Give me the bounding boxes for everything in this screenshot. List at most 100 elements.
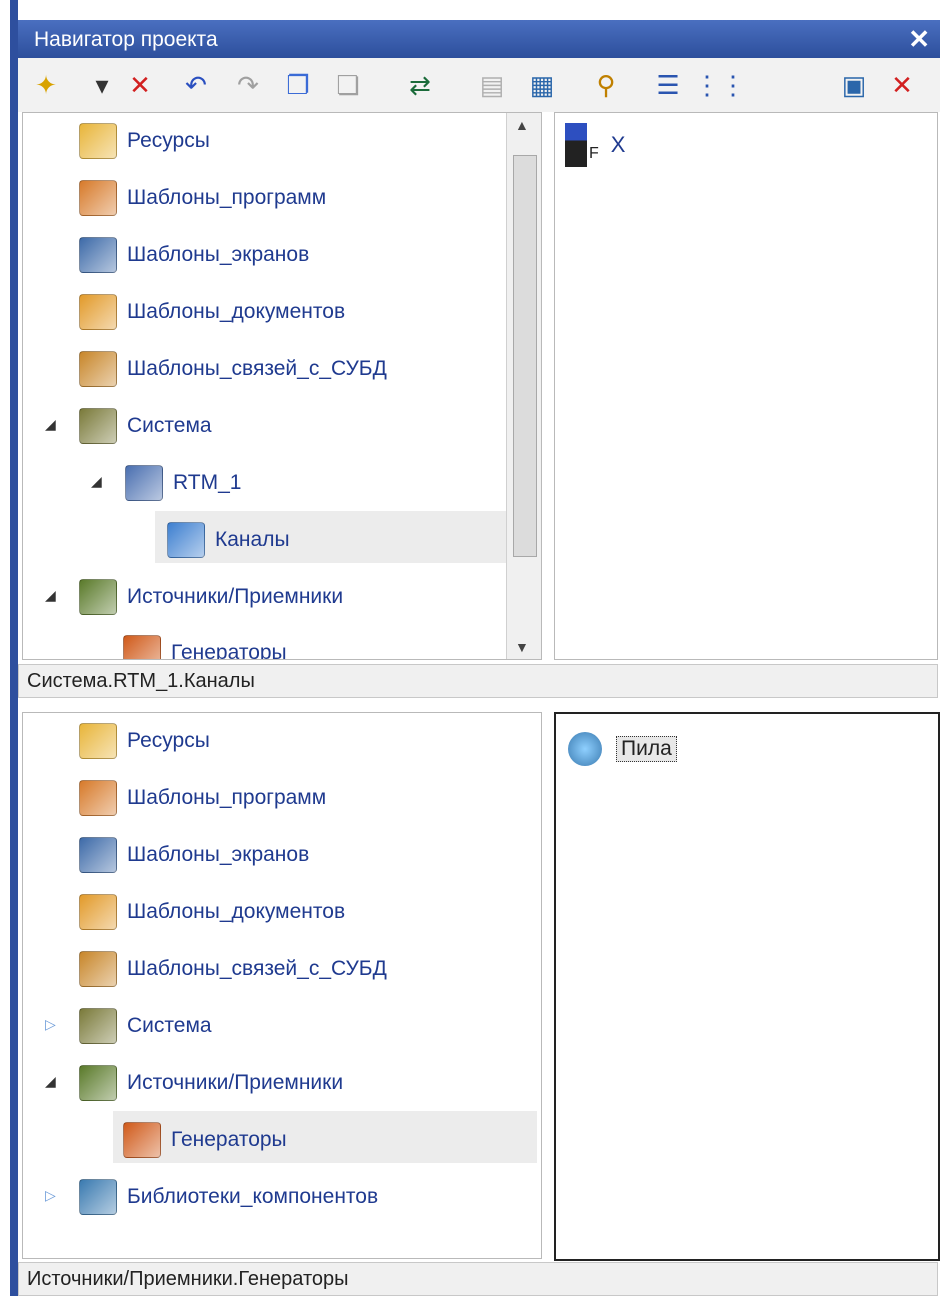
system-icon <box>79 1008 117 1044</box>
scroll-up-icon[interactable]: ▲ <box>515 117 529 133</box>
title-bar[interactable]: Навигатор проекта ✕ <box>18 20 940 58</box>
system-icon <box>79 408 117 444</box>
tree-item-label: Система <box>127 1014 212 1037</box>
bottom-content-pane[interactable]: Пила <box>554 712 940 1261</box>
tree-item-label: Шаблоны_программ <box>127 786 327 809</box>
tree-item-label: Шаблоны_экранов <box>127 243 310 266</box>
tree-item-label: Шаблоны_экранов <box>127 843 310 866</box>
expand-arrow-icon[interactable]: ▷ <box>45 1016 56 1033</box>
tree-item[interactable]: Ресурсы <box>79 117 210 165</box>
dbms-templates-icon <box>79 351 117 387</box>
tree-item[interactable]: Каналы <box>167 516 290 564</box>
dbms-templates-icon <box>79 951 117 987</box>
tree-item[interactable]: Шаблоны_документов <box>79 288 345 336</box>
tree-view-icon[interactable]: ☰ <box>650 68 686 102</box>
generators-icon <box>123 635 161 659</box>
resources-icon <box>79 123 117 159</box>
binoculars-icon[interactable]: ⚲ <box>588 68 624 102</box>
copy-icon[interactable]: ❐ <box>280 68 316 102</box>
tree-item[interactable]: Библиотеки_компонентов <box>79 1173 378 1221</box>
new-item-icon[interactable]: ✦ <box>28 68 64 102</box>
disabled-tool-icon[interactable]: ▤ <box>474 68 510 102</box>
collapse-arrow-icon[interactable]: ◢ <box>91 473 102 490</box>
scroll-thumb[interactable] <box>513 155 537 557</box>
top-content-pane[interactable]: F X <box>554 112 938 660</box>
tree-item[interactable]: Генераторы <box>123 1116 287 1164</box>
tree-item-label: RTM_1 <box>173 471 242 494</box>
variable-icon <box>565 123 587 167</box>
tree-item[interactable]: Система <box>79 1002 212 1050</box>
sources-icon <box>79 1065 117 1101</box>
tree-item[interactable]: Система <box>79 402 212 450</box>
tree-item-label: Ресурсы <box>127 729 210 752</box>
path-status-top: Система.RTM_1.Каналы <box>18 664 938 698</box>
tree-item-label: Ресурсы <box>127 129 210 152</box>
screen-templates-icon <box>79 837 117 873</box>
tree-item-label: Источники/Приемники <box>127 1071 344 1094</box>
tree-item[interactable]: Шаблоны_связей_с_СУБД <box>79 345 387 393</box>
collapse-arrow-icon[interactable]: ◢ <box>45 1073 56 1090</box>
top-tree-pane[interactable]: ▲ ▼ Ресурсы Шаблоны_программ Шаблоны_экран… <box>22 112 542 660</box>
path-status-bottom: Источники/Приемники.Генераторы <box>18 1262 938 1296</box>
tree-item-label: Каналы <box>215 528 290 551</box>
generators-icon <box>123 1122 161 1158</box>
sawtooth-generator-icon <box>568 732 602 766</box>
window-left-border <box>10 0 18 1296</box>
tree-item[interactable]: Шаблоны_программ <box>79 774 326 822</box>
tree-item[interactable]: Ресурсы <box>79 717 210 765</box>
item-label: Пила <box>616 736 677 762</box>
paste-icon[interactable]: ❏ <box>330 68 366 102</box>
collapse-arrow-icon[interactable]: ◢ <box>45 587 56 604</box>
list-item[interactable]: F X <box>565 123 625 167</box>
tree-item[interactable]: Шаблоны_экранов <box>79 231 309 279</box>
list-view-icon[interactable]: ⋮⋮ <box>694 68 746 102</box>
program-templates-icon <box>79 180 117 216</box>
component-libraries-icon <box>79 1179 117 1215</box>
tree-item[interactable]: Генераторы <box>123 629 287 660</box>
redo-icon[interactable]: ↷ <box>230 68 266 102</box>
link-icon[interactable]: ⇄ <box>402 68 438 102</box>
tree-item[interactable]: Шаблоны_связей_с_СУБД <box>79 945 387 993</box>
settings-icon[interactable]: ▣ <box>836 68 872 102</box>
program-templates-icon <box>79 780 117 816</box>
window-title: Навигатор проекта <box>34 28 218 51</box>
tree-item-label: Система <box>127 414 212 437</box>
document-templates-icon <box>79 894 117 930</box>
tree-item[interactable]: Источники/Приемники <box>79 1059 343 1107</box>
item-subscript: F <box>589 145 599 162</box>
tree-item-label: Генераторы <box>171 641 287 660</box>
tree-item[interactable]: Источники/Приемники <box>79 573 343 621</box>
tree-item[interactable]: Шаблоны_документов <box>79 888 345 936</box>
scroll-down-icon[interactable]: ▼ <box>515 639 529 655</box>
tree-item-label: Шаблоны_программ <box>127 186 327 209</box>
close-panel-icon[interactable]: ✕ <box>884 68 920 102</box>
tree-item-label: Шаблоны_документов <box>127 300 346 323</box>
channels-icon <box>167 522 205 558</box>
tree-item[interactable]: RTM_1 <box>125 459 241 507</box>
tree-item-label: Шаблоны_документов <box>127 900 346 923</box>
sources-icon <box>79 579 117 615</box>
expand-arrow-icon[interactable]: ▷ <box>45 1187 56 1204</box>
tree-item-label: Шаблоны_связей_с_СУБД <box>127 357 387 380</box>
properties-icon[interactable]: ▦ <box>524 68 560 102</box>
tree-item[interactable]: Шаблоны_программ <box>79 174 326 222</box>
undo-icon[interactable]: ↶ <box>178 68 214 102</box>
screen-templates-icon <box>79 237 117 273</box>
list-item[interactable]: Пила <box>568 732 677 766</box>
tree-item-label: Источники/Приемники <box>127 585 344 608</box>
rtm-icon <box>125 465 163 501</box>
tree-item-label: Генераторы <box>171 1128 287 1151</box>
collapse-arrow-icon[interactable]: ◢ <box>45 416 56 433</box>
vertical-scrollbar[interactable]: ▲ ▼ <box>506 113 541 659</box>
close-icon[interactable]: ✕ <box>908 24 930 55</box>
document-templates-icon <box>79 294 117 330</box>
dropdown-arrow-icon[interactable]: ▾ <box>84 68 120 102</box>
tree-item[interactable]: Шаблоны_экранов <box>79 831 309 879</box>
item-label: X <box>610 132 626 157</box>
bottom-tree-pane[interactable]: Ресурсы Шаблоны_программ Шаблоны_экранов Ша… <box>22 712 542 1259</box>
tree-item-label: Шаблоны_связей_с_СУБД <box>127 957 387 980</box>
resources-icon <box>79 723 117 759</box>
tree-item-label: Библиотеки_компонентов <box>127 1185 379 1208</box>
toolbar: ✦ ▾ ✕ ↶ ↷ ❐ ❏ ⇄ ▤ ▦ ⚲ ☰ ⋮⋮ ▣ ✕ <box>18 58 940 112</box>
delete-icon[interactable]: ✕ <box>122 68 158 102</box>
